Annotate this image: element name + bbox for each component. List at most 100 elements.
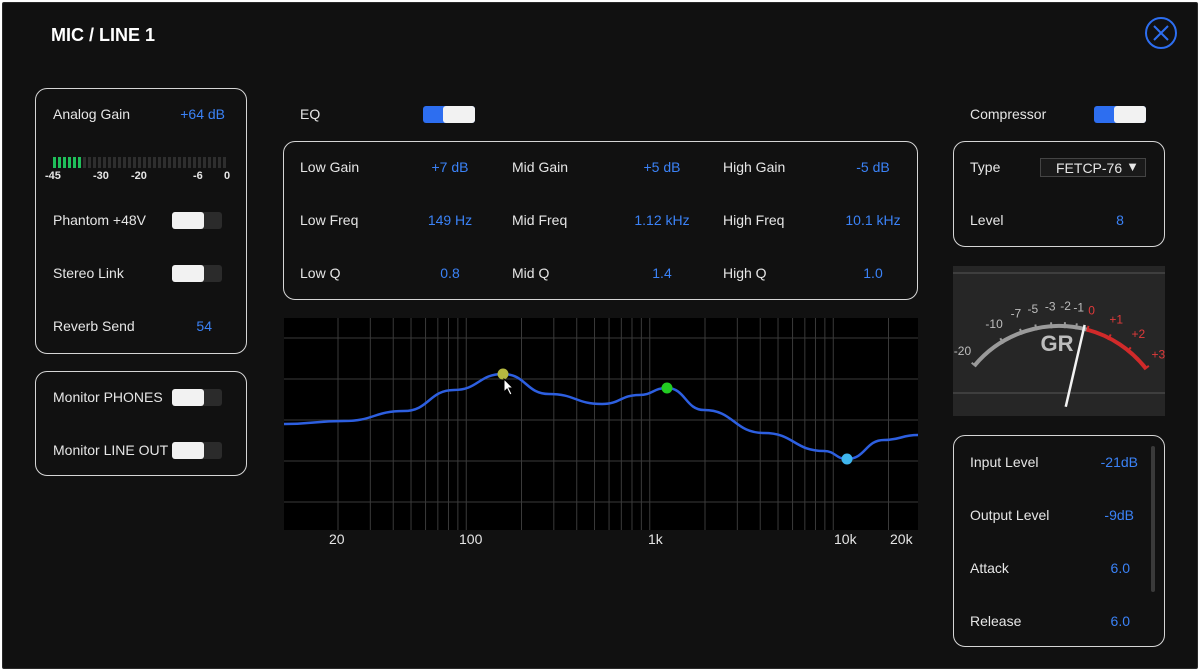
low-q-value[interactable]: 0.8 xyxy=(415,265,485,281)
meter-segment xyxy=(88,157,91,168)
mid-gain-label: Mid Gain xyxy=(512,159,569,175)
gr-tick-label: -7 xyxy=(1011,307,1022,321)
meter-tick-label: -45 xyxy=(45,170,61,182)
monitor-panel xyxy=(35,371,247,476)
analog-gain-label: Analog Gain xyxy=(53,106,131,122)
output-level-value[interactable]: -9dB xyxy=(1080,507,1134,523)
meter-segment xyxy=(53,157,56,168)
meter-tick-label: 0 xyxy=(224,170,231,182)
input-level-value[interactable]: -21dB xyxy=(1080,454,1138,470)
meter-segment xyxy=(58,157,61,168)
meter-segment xyxy=(98,157,101,168)
freq-label-100: 100 xyxy=(459,531,483,547)
high-freq-value[interactable]: 10.1 kHz xyxy=(833,212,913,228)
eq-label: EQ xyxy=(300,106,321,122)
mouse-cursor-icon xyxy=(503,378,515,396)
mid-gain-value[interactable]: +5 dB xyxy=(627,159,697,175)
meter-segment xyxy=(63,157,66,168)
high-gain-value[interactable]: -5 dB xyxy=(838,159,908,175)
meter-segment xyxy=(218,157,221,168)
gr-tick-label: -2 xyxy=(1060,299,1071,313)
monitor-phones-toggle[interactable] xyxy=(172,389,222,406)
gr-tick-label: +1 xyxy=(1109,313,1123,327)
input-level-label: Input Level xyxy=(970,454,1039,470)
meter-segment xyxy=(103,157,106,168)
eq-response-curve xyxy=(283,372,919,461)
monitor-line-out-label: Monitor LINE OUT xyxy=(53,442,169,458)
monitor-line-out-toggle[interactable] xyxy=(172,442,222,459)
high-q-value[interactable]: 1.0 xyxy=(838,265,908,281)
compressor-label: Compressor xyxy=(970,106,1047,122)
eq-params-panel xyxy=(283,141,918,300)
mid-freq-value[interactable]: 1.12 kHz xyxy=(622,212,702,228)
meter-segment xyxy=(123,157,126,168)
meter-segment xyxy=(148,157,151,168)
gr-tick-label: -1 xyxy=(1073,301,1084,315)
gr-tick-label: +3 xyxy=(1151,347,1165,361)
meter-tick-label: -20 xyxy=(131,170,147,182)
close-icon xyxy=(1153,25,1169,41)
phantom-toggle[interactable] xyxy=(172,212,222,229)
meter-segment xyxy=(213,157,216,168)
meter-segment xyxy=(193,157,196,168)
meter-tick-label: -6 xyxy=(193,170,203,182)
reverb-send-value[interactable]: 54 xyxy=(180,318,212,334)
meter-segment xyxy=(168,157,171,168)
type-select[interactable]: FETCP-76 ▼ xyxy=(1040,158,1146,177)
high-gain-label: High Gain xyxy=(723,159,786,175)
gr-tick-label: +2 xyxy=(1131,327,1145,341)
monitor-phones-label: Monitor PHONES xyxy=(53,389,163,405)
gr-meter: -20 -10 -7 -5 -3 -2 -1 0 +1 +2 +3 GR xyxy=(953,266,1165,416)
meter-segment xyxy=(68,157,71,168)
level-meter xyxy=(53,157,229,168)
meter-segment xyxy=(173,157,176,168)
low-q-label: Low Q xyxy=(300,265,341,281)
mid-q-label: Mid Q xyxy=(512,265,550,281)
level-label: Level xyxy=(970,212,1004,228)
compressor-toggle[interactable] xyxy=(1094,106,1146,123)
eq-graph[interactable] xyxy=(283,318,919,530)
meter-segment xyxy=(128,157,131,168)
close-button[interactable] xyxy=(1145,17,1177,49)
eq-toggle[interactable] xyxy=(423,106,475,123)
freq-label-10k: 10k xyxy=(834,531,857,547)
type-select-value: FETCP-76 xyxy=(1056,160,1123,176)
mid-band-handle[interactable] xyxy=(661,382,673,394)
type-label: Type xyxy=(970,159,1001,175)
stereo-link-toggle[interactable] xyxy=(172,265,222,282)
release-label: Release xyxy=(970,613,1022,629)
gr-meter-dial: -20-10-7 -5 -3 -2 -1 0+1+2+3GR xyxy=(953,266,1165,416)
page-title: MIC / LINE 1 xyxy=(51,25,156,45)
meter-segment xyxy=(93,157,96,168)
low-gain-label: Low Gain xyxy=(300,159,360,175)
mid-freq-label: Mid Freq xyxy=(512,212,568,228)
freq-label-20k: 20k xyxy=(890,531,913,547)
gr-tick-label: -10 xyxy=(985,317,1003,331)
release-value[interactable]: 6.0 xyxy=(1080,613,1130,629)
params-scrollbar[interactable] xyxy=(1151,446,1155,592)
level-value[interactable]: 8 xyxy=(1105,212,1135,228)
meter-segment xyxy=(178,157,181,168)
output-level-label: Output Level xyxy=(970,507,1050,523)
meter-segment xyxy=(158,157,161,168)
meter-segment xyxy=(83,157,86,168)
analog-gain-value[interactable]: +64 dB xyxy=(160,106,225,122)
meter-segment xyxy=(223,157,226,168)
attack-value[interactable]: 6.0 xyxy=(1080,560,1130,576)
high-freq-label: High Freq xyxy=(723,212,785,228)
freq-label-1k: 1k xyxy=(648,531,663,547)
low-gain-value[interactable]: +7 dB xyxy=(415,159,485,175)
meter-segment xyxy=(73,157,76,168)
high-band-handle[interactable] xyxy=(841,453,853,465)
meter-segment xyxy=(78,157,81,168)
meter-segment xyxy=(113,157,116,168)
gr-tick-mark xyxy=(1074,323,1078,330)
low-freq-value[interactable]: 149 Hz xyxy=(415,212,485,228)
chevron-down-icon: ▼ xyxy=(1126,159,1139,174)
mid-q-value[interactable]: 1.4 xyxy=(627,265,697,281)
gr-tick-label: 0 xyxy=(1088,303,1095,317)
low-freq-label: Low Freq xyxy=(300,212,359,228)
eq-curve-plot[interactable] xyxy=(283,318,919,530)
freq-label-20: 20 xyxy=(329,531,345,547)
meter-segment xyxy=(208,157,211,168)
